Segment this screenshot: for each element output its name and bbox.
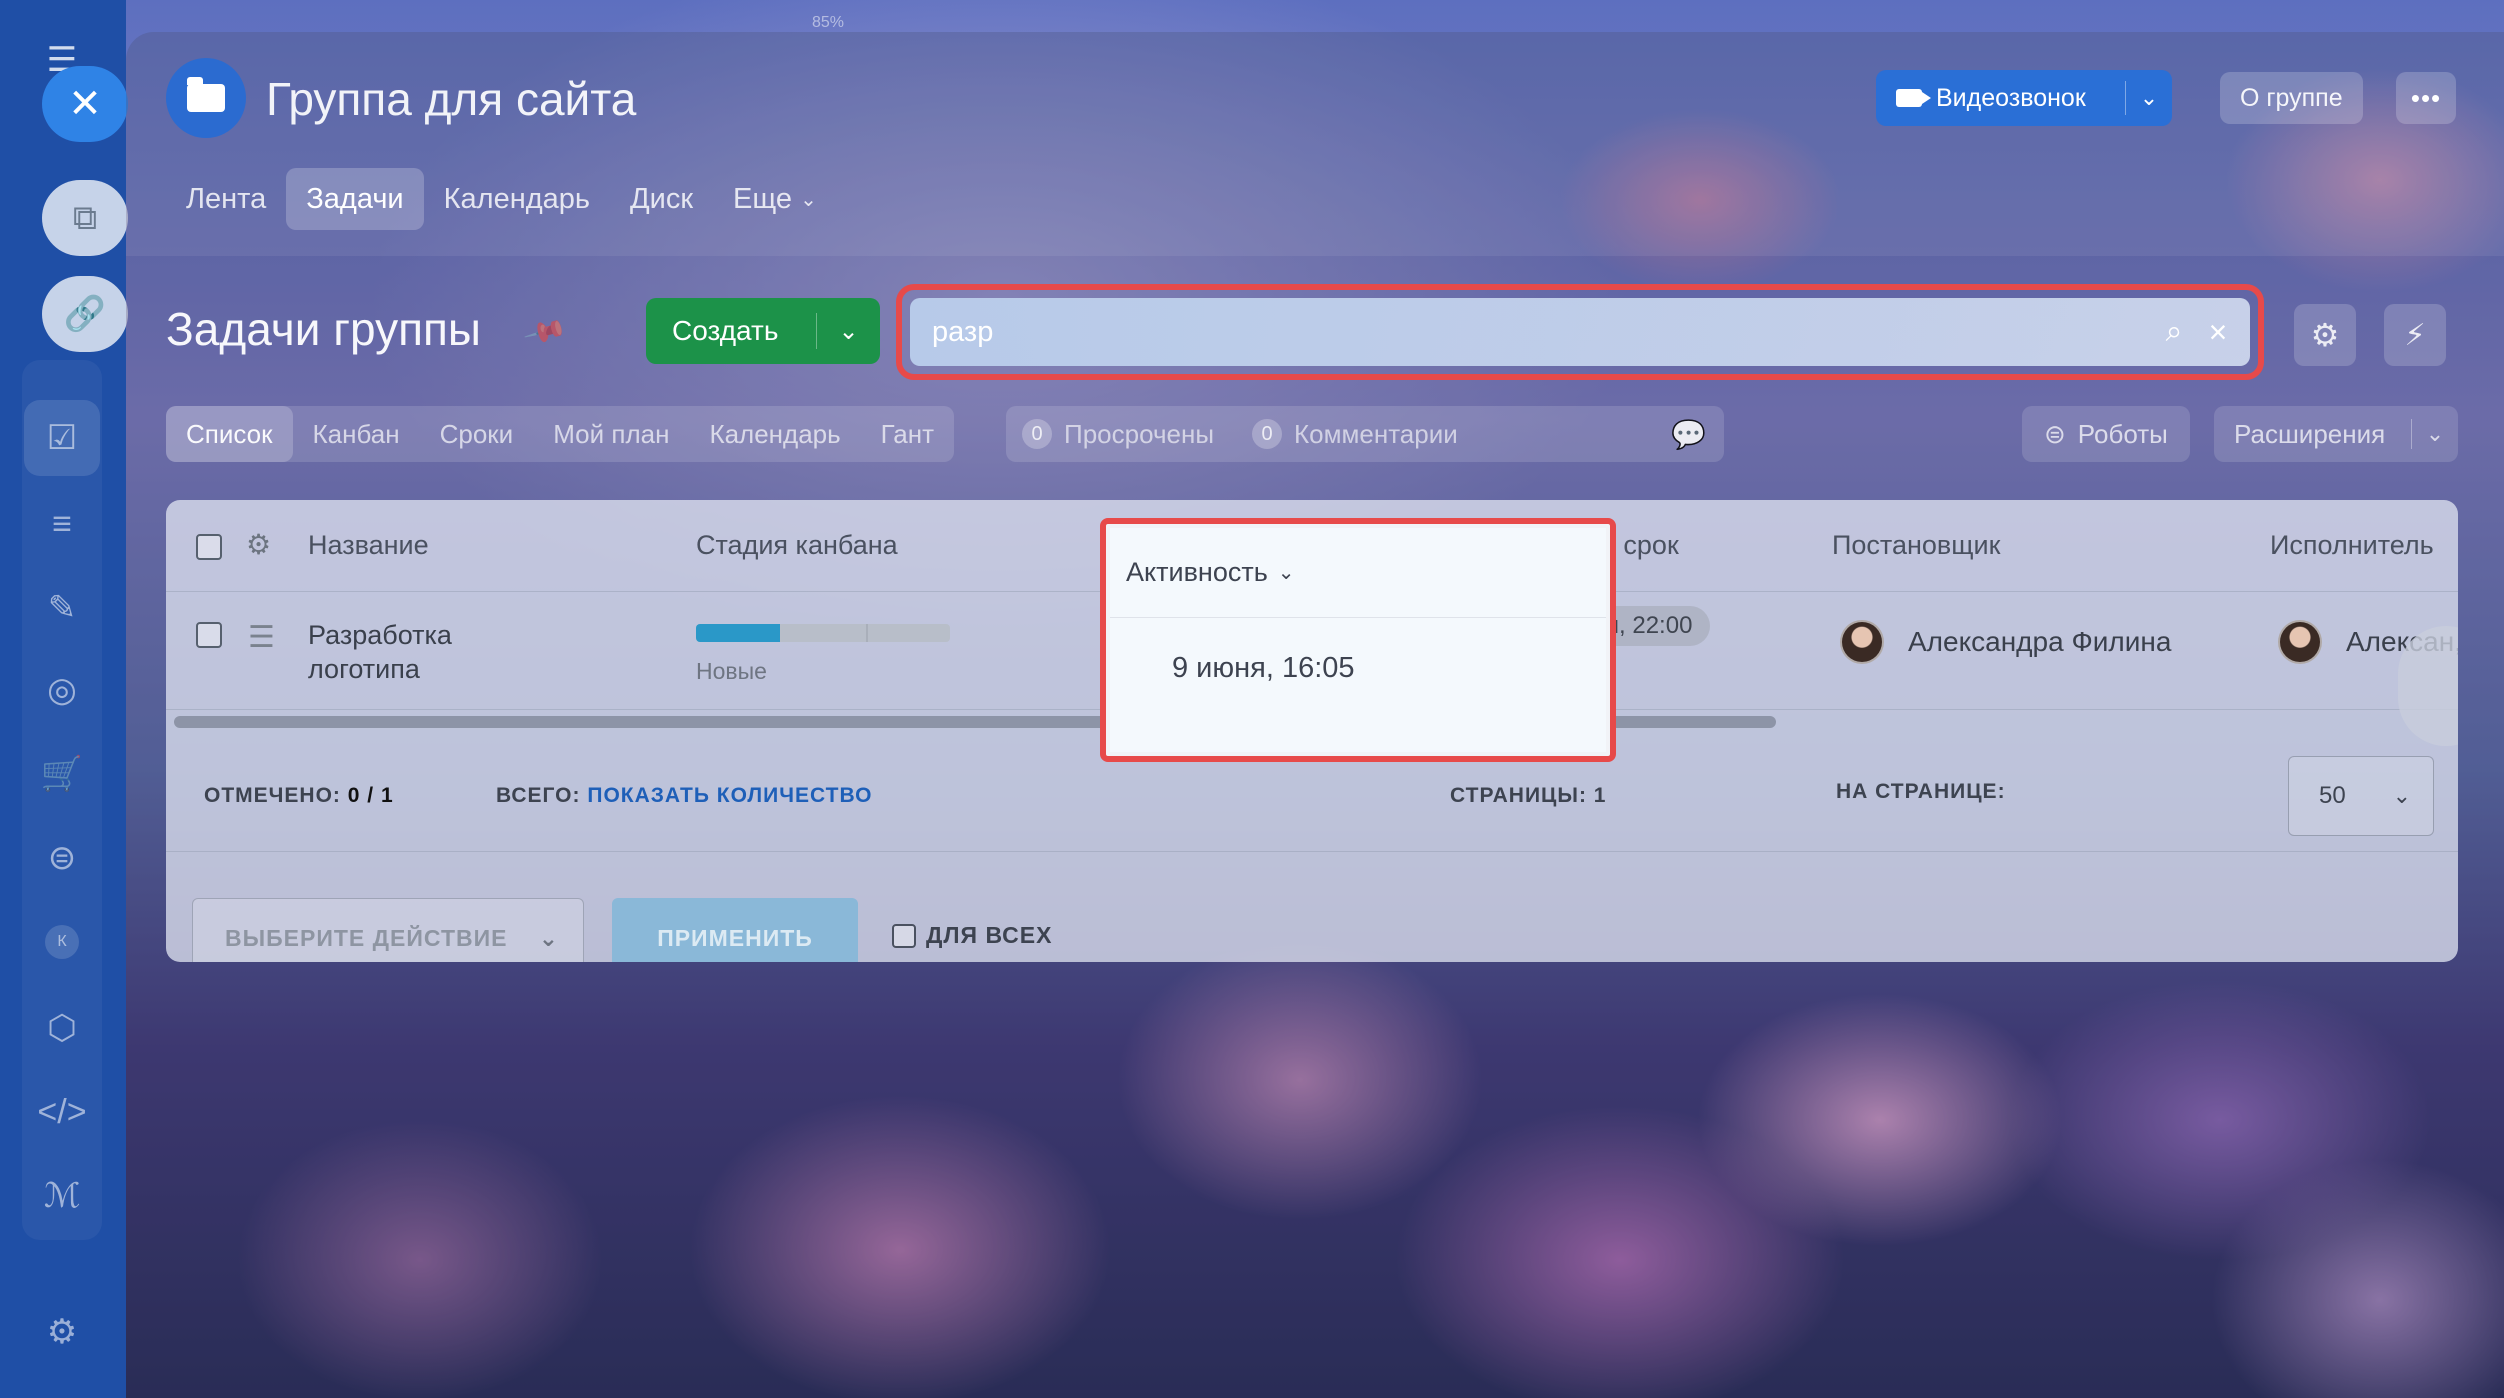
chevron-down-icon: ⌄ [1277, 562, 1295, 584]
nav-tasks[interactable]: Задачи [286, 168, 424, 230]
lightning-icon: ⚡ [2404, 318, 2426, 352]
robot-icon[interactable]: ⊜ [24, 820, 100, 896]
tab-my-plan[interactable]: Мой план [533, 406, 689, 462]
task-name[interactable]: Разработка логотипа [308, 618, 528, 686]
nav-disk[interactable]: Диск [610, 168, 713, 230]
chevron-down-icon: ⌄ [800, 188, 817, 211]
more-options-button[interactable]: ••• [2396, 72, 2456, 124]
external-link-icon: ⧉ [72, 198, 98, 237]
group-nav: Лента Задачи Календарь Диск Еще ⌄ [166, 168, 837, 230]
zoom-indicator: 85% [812, 14, 845, 31]
per-page-label: НА СТРАНИЦЕ: [1836, 780, 2006, 803]
activity-date: 9 июня, 16:05 [1172, 652, 1355, 684]
pages-count: СТРАНИЦЫ: 1 [1450, 784, 1607, 807]
counters-bar: 0 Просрочены 0 Комментарии 💬 [1006, 406, 1724, 462]
camera-icon [1896, 89, 1931, 107]
activity-column-highlight: Активность ⌄ 9 июня, 16:05 [1100, 518, 1616, 762]
tab-kanban[interactable]: Канбан [293, 406, 420, 462]
column-activity[interactable]: Активность ⌄ [1110, 528, 1606, 618]
for-all-checkbox[interactable] [892, 923, 916, 948]
document-icon[interactable]: ✎ [24, 570, 100, 646]
row-checkbox[interactable] [196, 622, 222, 648]
column-responsible[interactable]: Исполнитель [2270, 530, 2434, 561]
avatar[interactable] [2278, 620, 2322, 664]
gear-icon: ⚙ [2310, 317, 2340, 353]
read-all-icon[interactable]: 💬 [1671, 418, 1706, 451]
about-group-button[interactable]: О группе [2220, 72, 2363, 124]
close-icon: ✕ [68, 82, 102, 126]
user-avatar-icon[interactable]: К [24, 904, 100, 980]
column-stage[interactable]: Стадия канбана [696, 530, 898, 561]
apply-button[interactable]: ПРИМЕНИТЬ [612, 898, 858, 962]
tasks-icon[interactable]: ☑ [24, 400, 100, 476]
chevron-down-icon[interactable]: ⌄ [817, 317, 880, 346]
create-task-button[interactable]: Создать ⌄ [646, 298, 880, 364]
select-all-checkbox[interactable] [196, 534, 222, 560]
avatar[interactable] [1840, 620, 1884, 664]
group-avatar[interactable] [166, 58, 246, 138]
nav-calendar[interactable]: Календарь [424, 168, 610, 230]
gear-icon[interactable]: ⚙ [246, 528, 271, 561]
tab-calendar[interactable]: Календарь [689, 406, 860, 462]
settings-icon[interactable]: ⚙ [24, 1294, 100, 1370]
close-slider-button[interactable]: ✕ [42, 66, 128, 142]
link-icon: 🔗 [63, 295, 107, 333]
total-count: ВСЕГО: ПОКАЗАТЬ КОЛИЧЕСТВО [496, 784, 873, 807]
tab-list[interactable]: Список [166, 406, 293, 462]
task-slider: Группа для сайта Видеозвонок ⌄ О группе … [126, 32, 2504, 1398]
view-tabs: Список Канбан Сроки Мой план Календарь Г… [166, 406, 955, 462]
robot-icon: ⊜ [2044, 418, 2066, 449]
show-count-link[interactable]: ПОКАЗАТЬ КОЛИЧЕСТВО [587, 784, 872, 807]
for-all-option[interactable]: ДЛЯ ВСЕХ [892, 922, 1052, 949]
stage-progress [696, 624, 950, 642]
page-title: Задачи группы [166, 303, 481, 355]
folder-icon [187, 77, 225, 112]
code-icon[interactable]: </> [24, 1074, 100, 1150]
search-input[interactable] [910, 298, 2152, 366]
group-title: Группа для сайта [266, 73, 637, 125]
search-highlight: ⌕ × [896, 284, 2264, 380]
column-creator[interactable]: Постановщик [1832, 530, 2000, 561]
open-in-new-tab-button[interactable]: ⧉ [42, 180, 128, 256]
copy-link-button[interactable]: 🔗 [42, 276, 128, 352]
extensions-button[interactable]: Расширения ⌄ [2214, 406, 2458, 462]
nav-more[interactable]: Еще ⌄ [713, 168, 837, 230]
counter-comments[interactable]: 0 Комментарии [1252, 419, 1458, 450]
clear-icon[interactable]: × [2196, 314, 2240, 351]
nav-feed[interactable]: Лента [166, 168, 286, 230]
search-field: ⌕ × [910, 298, 2250, 366]
action-select[interactable]: ВЫБЕРИТЕ ДЕЙСТВИЕ ⌄ [192, 898, 584, 962]
chevron-down-icon[interactable]: ⌄ [2126, 85, 2172, 111]
tab-deadlines[interactable]: Сроки [420, 406, 534, 462]
counter-overdue[interactable]: 0 Просрочены [1022, 419, 1214, 450]
automation-button[interactable]: ⚡ [2384, 304, 2446, 366]
column-name[interactable]: Название [308, 530, 429, 561]
group-header: Группа для сайта Видеозвонок ⌄ О группе … [126, 32, 2504, 256]
checked-count: ОТМЕЧЕНО: 0 / 1 [204, 784, 394, 807]
tab-gantt[interactable]: Гант [861, 406, 954, 462]
robots-button[interactable]: ⊜ Роботы [2022, 406, 2190, 462]
stage-label: Новые [696, 658, 767, 684]
filter-icon[interactable]: ≡ [24, 486, 100, 562]
target-icon[interactable]: ◎ [24, 652, 100, 728]
cart-icon[interactable]: 🛒 [24, 736, 100, 812]
row-menu-icon[interactable]: ☰ [248, 620, 275, 655]
chevron-down-icon: ⌄ [538, 924, 559, 951]
search-icon[interactable]: ⌕ [2152, 315, 2196, 349]
box-icon[interactable]: ⬡ [24, 990, 100, 1066]
video-call-button[interactable]: Видеозвонок ⌄ [1876, 70, 2172, 126]
chevron-down-icon[interactable]: ⌄ [2412, 421, 2458, 447]
signature-icon[interactable]: ℳ [24, 1158, 100, 1234]
per-page-select[interactable]: 50 ⌄ [2288, 756, 2434, 836]
list-settings-button[interactable]: ⚙ [2294, 304, 2356, 366]
chevron-down-icon: ⌄ [2392, 783, 2411, 808]
creator-name[interactable]: Александра Филина [1908, 626, 2171, 658]
